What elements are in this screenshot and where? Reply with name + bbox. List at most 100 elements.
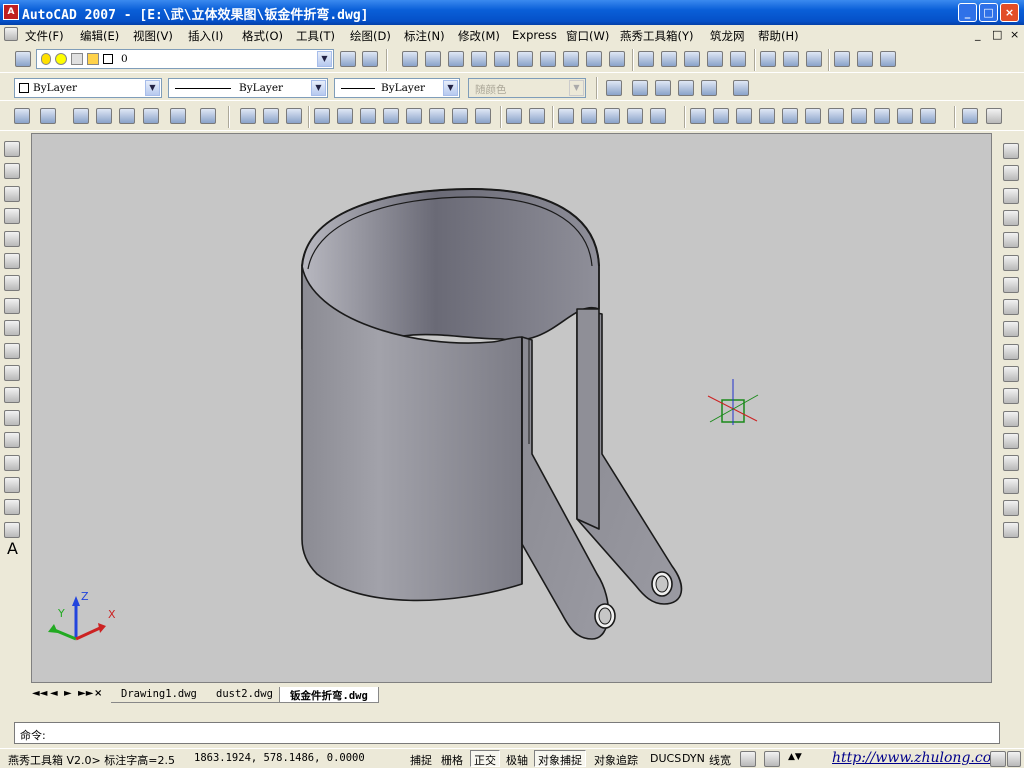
realistic-icon[interactable] — [678, 80, 694, 96]
polygon-icon[interactable] — [4, 208, 20, 225]
union-2-icon[interactable] — [240, 108, 256, 124]
model-space-icon[interactable] — [740, 751, 756, 767]
shell-icon[interactable] — [581, 108, 597, 124]
wedge-icon[interactable] — [448, 51, 464, 67]
back-arrow-icon[interactable] — [986, 108, 1002, 124]
box-icon[interactable] — [425, 51, 441, 67]
tab-drawing1[interactable]: Drawing1.dwg — [111, 687, 207, 703]
materials-icon[interactable] — [119, 108, 135, 124]
intersect-2-icon[interactable] — [286, 108, 302, 124]
menu-view[interactable]: 视图(V) — [133, 28, 173, 44]
arc-length-icon[interactable] — [1003, 187, 1019, 204]
coordinates-readout[interactable]: 1863.1924, 578.1486, 0.0000 — [194, 752, 365, 764]
linetype-dropdown[interactable]: ByLayer ▼ — [168, 78, 328, 98]
left-view-icon[interactable] — [759, 108, 775, 124]
cylinder-icon[interactable] — [517, 51, 533, 67]
dim-update-icon[interactable] — [1003, 499, 1019, 516]
planar-surface-icon[interactable] — [609, 51, 625, 67]
visual-styles-manager-icon[interactable] — [733, 80, 749, 96]
tolerance-icon[interactable] — [1003, 410, 1019, 427]
angular-dim-icon[interactable] — [1003, 299, 1019, 316]
tab-next-button[interactable]: ► — [64, 688, 72, 699]
right-view-icon[interactable] — [782, 108, 798, 124]
annotation-scale-icon[interactable] — [764, 751, 780, 767]
3d-hidden-icon[interactable] — [655, 80, 671, 96]
section-icon[interactable] — [650, 108, 666, 124]
copy-faces-icon[interactable] — [452, 108, 468, 124]
doc-minimize-button[interactable]: _ — [975, 28, 981, 41]
menu-dimension[interactable]: 标注(N) — [404, 28, 445, 44]
loft-icon[interactable] — [730, 51, 746, 67]
extrude-icon[interactable] — [638, 51, 654, 67]
menu-zhulong[interactable]: 筑龙网 — [710, 28, 745, 44]
table-icon[interactable] — [4, 521, 20, 538]
render-icon[interactable] — [143, 108, 159, 124]
sun-properties-icon[interactable] — [73, 108, 89, 124]
union-icon[interactable] — [760, 51, 776, 67]
3d-rotate-icon[interactable] — [857, 51, 873, 67]
chevron-down-icon[interactable]: ▼ — [317, 51, 332, 67]
doc-restore-button[interactable]: □ — [992, 28, 1002, 41]
layer-manager-icon[interactable] — [15, 51, 31, 67]
model-canvas[interactable]: Z Y X — [32, 134, 993, 684]
subtract-icon[interactable] — [783, 51, 799, 67]
polar-toggle[interactable]: 极轴 — [502, 750, 532, 767]
ucs-icon-btn[interactable] — [14, 108, 30, 124]
autocad-app-icon[interactable]: A — [3, 4, 19, 20]
slice-icon[interactable] — [627, 108, 643, 124]
center-mark-icon[interactable] — [1003, 432, 1019, 449]
pyramid-icon[interactable] — [563, 51, 579, 67]
menu-modify[interactable]: 修改(M) — [458, 28, 500, 44]
menu-yanxiu-toolbox[interactable]: 燕秀工具箱(Y) — [620, 28, 694, 44]
move-faces-icon[interactable] — [337, 108, 353, 124]
tray-settings-icon[interactable] — [990, 751, 1006, 767]
top-view-icon[interactable] — [713, 108, 729, 124]
ellipse-arc-icon[interactable] — [4, 365, 20, 381]
light-icon[interactable] — [96, 108, 112, 124]
diameter-dim-icon[interactable] — [1003, 276, 1019, 293]
check-icon[interactable] — [604, 108, 620, 124]
layer-dropdown[interactable]: 0 ▼ — [36, 49, 334, 69]
quick-leader-icon[interactable] — [1003, 388, 1019, 405]
bottom-view-icon[interactable] — [736, 108, 752, 124]
menu-insert[interactable]: 插入(I) — [188, 28, 223, 44]
revolve-icon[interactable] — [707, 51, 723, 67]
tab-sheet-metal-bend[interactable]: 钣金件折弯.dwg — [279, 687, 379, 703]
continue-dim-icon[interactable] — [1003, 366, 1019, 382]
lineweight-dropdown[interactable]: ByLayer ▼ — [334, 78, 460, 98]
ellipse-icon[interactable] — [4, 342, 20, 359]
clean-screen-icon[interactable] — [1007, 751, 1021, 767]
layer-previous-icon[interactable] — [362, 51, 378, 67]
camera-tool-icon[interactable] — [200, 108, 216, 124]
dim-text-edit-icon[interactable] — [1003, 477, 1019, 494]
circle-icon[interactable] — [4, 275, 20, 292]
world-ucs-icon[interactable] — [40, 108, 56, 124]
polyline-icon[interactable] — [4, 185, 20, 202]
delete-faces-icon[interactable] — [383, 108, 399, 124]
cone-icon[interactable] — [471, 51, 487, 67]
named-views-icon[interactable] — [690, 108, 706, 124]
document-icon[interactable] — [4, 27, 18, 41]
quick-dim-icon[interactable] — [1003, 321, 1019, 338]
zhulong-link[interactable]: http://www.zhulong.com — [832, 750, 1004, 766]
imprint-icon[interactable] — [506, 108, 522, 124]
clean-icon[interactable] — [529, 108, 545, 124]
nw-iso-icon[interactable] — [920, 108, 936, 124]
ne-iso-icon[interactable] — [897, 108, 913, 124]
gradient-icon[interactable] — [4, 477, 20, 493]
3d-move-icon[interactable] — [834, 51, 850, 67]
sweep-icon[interactable] — [684, 51, 700, 67]
insert-block-icon[interactable] — [4, 387, 20, 404]
jogged-dim-icon[interactable] — [1003, 254, 1019, 271]
close-button[interactable]: × — [1000, 3, 1019, 22]
arc-icon[interactable] — [4, 253, 20, 269]
ortho-toggle[interactable]: 正交 — [470, 750, 500, 767]
dim-edit-icon[interactable] — [1003, 455, 1019, 472]
status-tray-arrow-icon[interactable]: ▲▼ — [788, 752, 802, 762]
grid-toggle[interactable]: 栅格 — [437, 750, 467, 767]
rotate-faces-icon[interactable] — [406, 108, 422, 124]
menu-edit[interactable]: 编辑(E) — [80, 28, 119, 44]
sphere-icon[interactable] — [494, 51, 510, 67]
sheet-metal-part[interactable] — [301, 188, 683, 640]
front-view-icon[interactable] — [805, 108, 821, 124]
